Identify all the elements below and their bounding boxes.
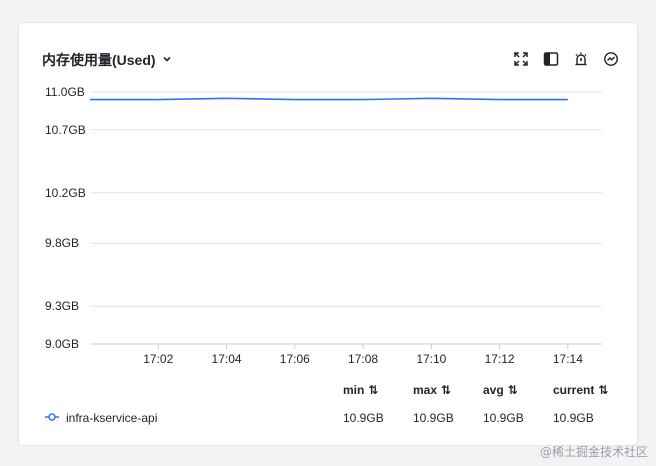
x-tick-label: 17:10 — [416, 352, 446, 366]
legend-header-avg[interactable]: avg ⇅ — [483, 383, 518, 397]
y-tick-label: 9.3GB — [45, 299, 79, 313]
legend-header-current[interactable]: current ⇅ — [553, 383, 608, 397]
series-line — [90, 97, 568, 101]
legend-max-value: 10.9GB — [413, 411, 454, 425]
y-tick-label: 10.2GB — [45, 186, 86, 200]
y-tick-label: 9.8GB — [45, 236, 79, 250]
x-tick-label: 17:12 — [485, 352, 515, 366]
watermark: @稀土掘金技术社区 — [539, 445, 648, 459]
sort-icon[interactable]: ⇅ — [508, 383, 518, 397]
x-tick-label: 17:04 — [212, 352, 242, 366]
x-tick-label: 17:02 — [143, 352, 173, 366]
sort-icon[interactable]: ⇅ — [368, 383, 378, 397]
sort-icon[interactable]: ⇅ — [441, 383, 451, 397]
x-tick-label: 17:14 — [553, 352, 583, 366]
x-tick-label: 17:06 — [280, 352, 310, 366]
sort-icon[interactable]: ⇅ — [598, 383, 608, 397]
legend-min-value: 10.9GB — [343, 411, 384, 425]
legend-series-name[interactable]: infra-kservice-api — [66, 411, 157, 425]
legend-header-min[interactable]: min ⇅ — [343, 383, 378, 397]
legend-avg-value: 10.9GB — [483, 411, 524, 425]
y-tick-label: 11.0GB — [45, 85, 85, 99]
legend-current-value: 10.9GB — [553, 411, 594, 425]
memory-line-chart: 9.0GB 9.3GB 9.8GB 10.2GB 10.7GB 11.0GB 17:02 17… — [45, 85, 602, 366]
y-tick-label: 9.0GB — [45, 337, 79, 351]
series-marker-icon — [45, 413, 59, 421]
y-tick-label: 10.7GB — [45, 123, 86, 137]
x-tick-label: 17:08 — [348, 352, 378, 366]
legend-header-max[interactable]: max ⇅ — [413, 383, 451, 397]
